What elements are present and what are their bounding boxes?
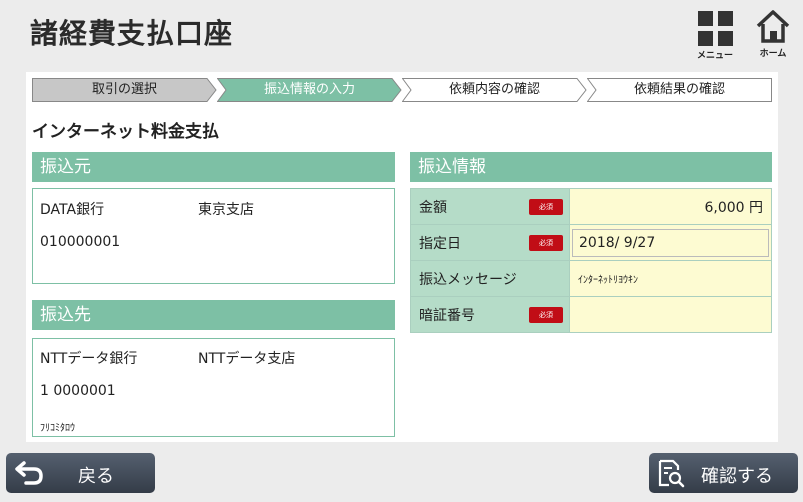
to-account: 1 0000001 xyxy=(40,383,116,399)
amount-input[interactable]: 6,000 円 xyxy=(569,188,772,225)
back-button[interactable]: 戻る xyxy=(6,453,155,493)
table-row: 暗証番号 必須 xyxy=(410,296,772,333)
main-panel: 取引の選択 振込情報の入力 依頼内容の確認 依頼結果の確認 インターネット料金支… xyxy=(26,72,778,442)
date-label: 指定日 xyxy=(419,235,461,252)
transfer-table: 金額 必須 6,000 円 指定日 必須 2018/ 9/27 振込メッセージ … xyxy=(410,188,772,333)
menu-label: メニュー xyxy=(696,51,733,61)
from-account: 010000001 xyxy=(40,234,121,250)
required-badge: 必須 xyxy=(529,307,563,323)
menu-button[interactable]: メニュー xyxy=(693,8,737,61)
date-input[interactable]: 2018/ 9/27 xyxy=(572,228,769,257)
back-button-label: 戻る xyxy=(78,466,114,487)
from-branch: 東京支店 xyxy=(198,202,254,218)
transfer-heading: 振込情報 xyxy=(410,152,772,182)
to-box: NTTデータ銀行 NTTデータ支店 1 0000001 ﾌﾘｺﾐﾀﾛｳ xyxy=(32,338,395,437)
confirm-button[interactable]: 確認する xyxy=(649,453,798,493)
from-bank: DATA銀行 xyxy=(40,202,105,218)
pin-key: 暗証番号 必須 xyxy=(410,296,570,333)
step-input: 振込情報の入力 xyxy=(217,78,402,102)
home-button[interactable]: ホーム xyxy=(751,8,795,59)
step-select: 取引の選択 xyxy=(32,78,217,102)
section-title: インターネット料金支払 xyxy=(32,122,219,142)
grid-icon xyxy=(697,11,733,46)
required-badge: 必須 xyxy=(529,235,563,251)
document-search-icon xyxy=(658,459,685,488)
required-badge: 必須 xyxy=(529,199,563,215)
step-label: 依頼内容の確認 xyxy=(448,82,540,97)
step-label: 振込情報の入力 xyxy=(263,82,355,97)
to-bank: NTTデータ銀行 xyxy=(40,351,138,367)
step-label: 取引の選択 xyxy=(91,82,157,97)
amount-label: 金額 xyxy=(419,199,447,216)
home-icon xyxy=(756,10,790,43)
confirm-button-label: 確認する xyxy=(701,466,773,487)
to-heading: 振込先 xyxy=(32,300,395,330)
page-title: 諸経費支払口座 xyxy=(30,17,234,50)
message-key: 振込メッセージ xyxy=(410,260,570,297)
table-row: 指定日 必須 2018/ 9/27 xyxy=(410,224,772,261)
date-cell: 2018/ 9/27 xyxy=(569,224,772,261)
step-result: 依頼結果の確認 xyxy=(587,78,772,102)
pin-input[interactable] xyxy=(569,296,772,333)
from-box: DATA銀行 東京支店 010000001 xyxy=(32,188,395,284)
message-input[interactable]: ｲﾝﾀｰﾈｯﾄﾘﾖｳｷﾝ xyxy=(569,260,772,297)
table-row: 振込メッセージ ｲﾝﾀｰﾈｯﾄﾘﾖｳｷﾝ xyxy=(410,260,772,297)
home-label: ホーム xyxy=(759,49,787,59)
to-branch: NTTデータ支店 xyxy=(198,351,296,367)
date-key: 指定日 必須 xyxy=(410,224,570,261)
amount-key: 金額 必須 xyxy=(410,188,570,225)
pin-label: 暗証番号 xyxy=(419,307,475,324)
table-row: 金額 必須 6,000 円 xyxy=(410,188,772,225)
from-heading: 振込元 xyxy=(32,152,395,182)
progress-steps: 取引の選択 振込情報の入力 依頼内容の確認 依頼結果の確認 xyxy=(32,78,772,102)
to-name: ﾌﾘｺﾐﾀﾛｳ xyxy=(40,423,75,434)
step-confirm: 依頼内容の確認 xyxy=(402,78,587,102)
message-label: 振込メッセージ xyxy=(419,271,517,288)
back-arrow-icon xyxy=(15,461,43,485)
step-label: 依頼結果の確認 xyxy=(633,82,725,97)
